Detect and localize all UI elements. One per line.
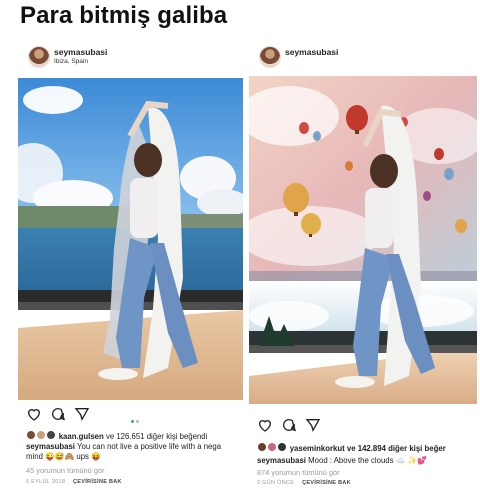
caption-text: Mood : Above the clouds ☁️ ✨💕 [308, 456, 428, 465]
post-meta: 2 GÜN ÖNCE ÇEVİRİSİNE BAK [257, 480, 351, 486]
liked-by-rest[interactable]: ve 126.651 diğer kişi beğendi [106, 432, 207, 441]
liked-by-user[interactable]: kaan.gulsen [59, 432, 104, 441]
caption: seymasubasi Mood : Above the clouds ☁️ ✨… [257, 456, 479, 466]
post-date: 2 GÜN ÖNCE [257, 480, 295, 486]
headline: Para bitmiş galiba [20, 2, 228, 29]
heart-icon[interactable] [257, 417, 273, 433]
caption: seymasubasi You can not live a positive … [26, 442, 236, 462]
avatar[interactable] [259, 46, 281, 68]
likes-line[interactable]: kaan.gulsen ve 126.651 diğer kişi beğend… [26, 430, 207, 441]
post-meta: 6 EYLÜL 2018 ÇEVİRİSİNE BAK [26, 479, 122, 485]
liker-avatar [46, 430, 57, 440]
heart-icon[interactable] [26, 406, 42, 422]
post-date: 6 EYLÜL 2018 [26, 479, 66, 485]
translate-link[interactable]: ÇEVİRİSİNE BAK [302, 480, 351, 486]
caption-username[interactable]: seymasubasi [26, 442, 75, 451]
comment-icon[interactable] [281, 417, 297, 433]
likes-line[interactable]: yaseminkorkut ve 142.894 diğer kişi beğe… [257, 442, 446, 453]
liker-avatar [36, 430, 47, 440]
liker-avatar [267, 442, 278, 452]
post-photo-art [18, 78, 243, 400]
liked-by-user[interactable]: yaseminkorkut [290, 444, 345, 453]
post-photo[interactable] [18, 78, 243, 400]
post-header: seymasubasi Ibiza, Spain [18, 44, 240, 78]
post-username[interactable]: seymasubasi [54, 47, 107, 57]
post-header: seymasubasi [249, 44, 477, 78]
caption-username[interactable]: seymasubasi [257, 456, 306, 465]
comment-icon[interactable] [50, 406, 66, 422]
instagram-post-original: seymasubasi Ibiza, Spain kaan.gulsen ve … [18, 44, 243, 497]
post-actions [257, 417, 480, 433]
view-comments-link[interactable]: 45 yorumun tümünü gör [26, 466, 104, 475]
post-username[interactable]: seymasubasi [285, 47, 338, 57]
avatar[interactable] [28, 46, 50, 68]
post-photo[interactable] [249, 76, 477, 404]
view-comments-link[interactable]: 874 yorumun tümünü gör [257, 468, 340, 477]
liked-by-rest[interactable]: ve 142.894 diğer kişi beğer [347, 444, 446, 453]
liker-avatar [26, 430, 36, 440]
share-icon[interactable] [305, 417, 321, 433]
post-location[interactable]: Ibiza, Spain [54, 58, 88, 65]
instagram-post-edited: seymasubasi yaseminkorkut ve 142.894 diğ… [249, 44, 477, 497]
translate-link[interactable]: ÇEVİRİSİNE BAK [73, 479, 122, 485]
carousel-dots [130, 410, 140, 428]
share-icon[interactable] [74, 406, 90, 422]
liker-avatar [277, 442, 288, 452]
liker-avatar [257, 442, 267, 452]
post-photo-art [249, 76, 477, 404]
